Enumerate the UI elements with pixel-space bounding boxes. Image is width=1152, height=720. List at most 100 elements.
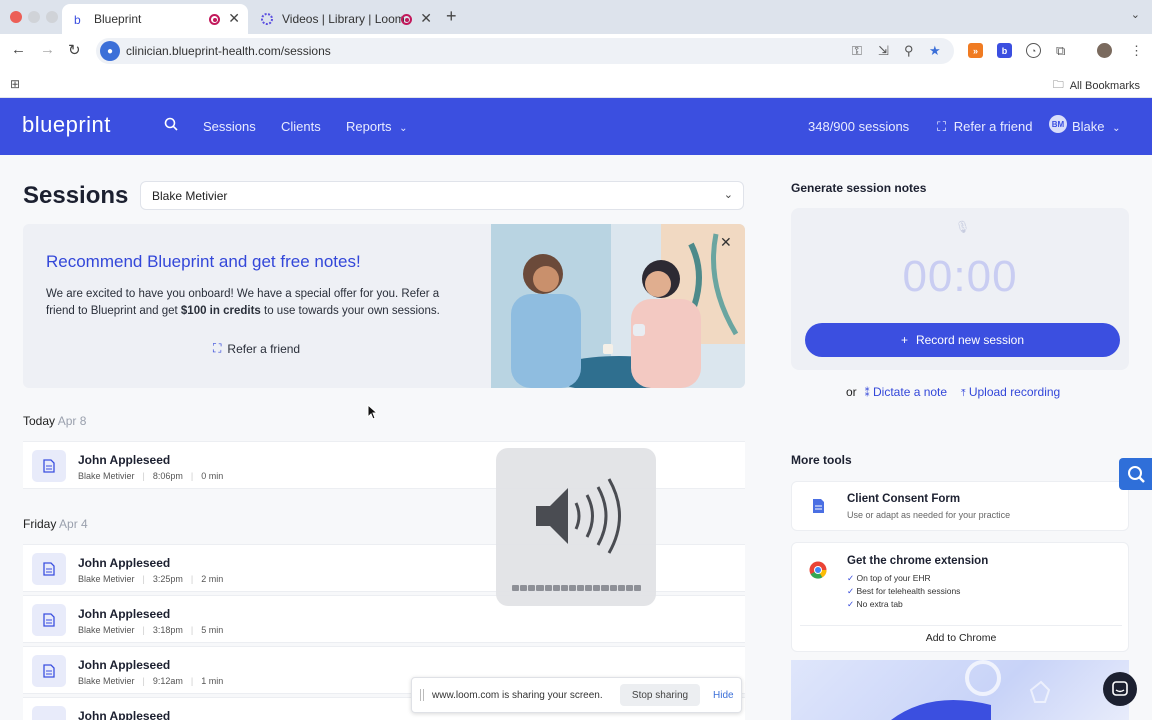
upload-recording-link[interactable]: ⤒ Upload recording: [961, 385, 1060, 399]
volume-segment: [544, 585, 552, 591]
new-tab-icon[interactable]: +: [446, 6, 457, 27]
alternate-actions: or ⁑ Dictate a note ⤒ Upload recording: [846, 385, 1061, 399]
user-avatar[interactable]: BM: [1049, 115, 1067, 133]
volume-segment: [528, 585, 536, 591]
close-window-button[interactable]: [10, 11, 22, 23]
volume-segment: [609, 585, 617, 591]
volume-segment: [552, 585, 560, 591]
document-icon: [32, 706, 66, 720]
install-app-icon[interactable]: ⇲: [878, 43, 889, 59]
close-tab-icon[interactable]: ✕: [228, 10, 240, 27]
extensions-puzzle-icon[interactable]: ⧉: [1056, 43, 1065, 59]
document-icon: [812, 498, 825, 519]
volume-segment: [601, 585, 609, 591]
back-icon[interactable]: ←: [11, 41, 26, 58]
site-info-icon[interactable]: ●: [100, 41, 120, 61]
session-client-name: John Appleseed: [78, 453, 171, 467]
nav-clients[interactable]: Clients: [281, 119, 321, 134]
address-bar[interactable]: ● clinician.blueprint-health.com/session…: [96, 38, 954, 64]
browser-tab-loom[interactable]: Videos | Library | Loom ✕: [250, 4, 440, 34]
close-promo-icon[interactable]: ✕: [720, 234, 732, 251]
nav-sessions[interactable]: Sessions: [203, 119, 256, 134]
zoom-window-button[interactable]: [46, 11, 58, 23]
add-to-chrome-button[interactable]: Add to Chrome: [800, 625, 1122, 650]
search-icon[interactable]: [164, 117, 178, 135]
chevron-down-icon: ⌄: [399, 123, 408, 134]
client-consent-card[interactable]: Client Consent Form Use or adapt as need…: [791, 481, 1129, 531]
session-count: 348/900 sessions: [808, 119, 910, 134]
loom-favicon-icon: [260, 12, 274, 26]
header-refer-friend[interactable]: ⛶ Refer a friend: [937, 119, 1033, 135]
promo-refer-button[interactable]: ⛶ Refer a friend: [213, 341, 300, 356]
session-client-name: John Appleseed: [78, 556, 171, 570]
bookmark-star-icon[interactable]: ★: [929, 43, 941, 59]
browser-menu-icon[interactable]: ⋮: [1130, 43, 1143, 59]
all-bookmarks[interactable]: 🗀 All Bookmarks: [1053, 76, 1140, 95]
volume-segment: [625, 585, 633, 591]
referral-promo-card: Recommend Blueprint and get free notes! …: [23, 224, 745, 388]
apps-grid-icon[interactable]: ⊞: [10, 77, 20, 91]
user-menu[interactable]: Blake ⌄: [1072, 119, 1121, 134]
recording-icon: [401, 14, 412, 25]
reload-icon[interactable]: ↻: [68, 41, 81, 59]
session-meta: Blake Metivier | 3:18pm | 5 min: [78, 625, 224, 635]
promo-body: We are excited to have you onboard! We h…: [46, 288, 440, 317]
day-heading-friday: Friday Apr 4: [23, 517, 88, 531]
browser-tab-blueprint[interactable]: b Blueprint ✕: [62, 4, 248, 34]
volume-hud: [496, 448, 656, 606]
generate-notes-title: Generate session notes: [791, 181, 927, 195]
volume-segment: [593, 585, 601, 591]
tab-search-chevron-icon[interactable]: ⌄: [1131, 8, 1140, 21]
clinician-select[interactable]: Blake Metivier ⌄: [140, 181, 744, 210]
recording-icon: [209, 14, 220, 25]
blueprint-favicon-icon: b: [72, 12, 86, 26]
extension-circle-icon[interactable]: ◔: [1026, 43, 1041, 58]
document-icon: [32, 655, 66, 687]
extension-orange-icon[interactable]: »: [968, 43, 983, 58]
bookmarks-bar: ⊞ 🗀 All Bookmarks: [0, 68, 1152, 98]
screen-share-bar: www.loom.com is sharing your screen. Sto…: [411, 677, 742, 713]
document-icon: [32, 604, 66, 636]
hide-share-bar-link[interactable]: Hide: [713, 690, 734, 701]
magnifier-icon: [1127, 466, 1145, 483]
dictate-note-link[interactable]: ⁑ Dictate a note: [865, 385, 947, 399]
chrome-logo-icon: [809, 561, 827, 584]
page-title: Sessions: [23, 182, 129, 209]
upload-icon: ⤒: [961, 388, 966, 399]
zoom-icon[interactable]: ⚲: [904, 43, 914, 59]
record-new-session-button[interactable]: + Record new session: [805, 323, 1120, 357]
close-tab-icon[interactable]: ✕: [420, 10, 432, 27]
volume-segment: [512, 585, 520, 591]
extension-blueprint-icon[interactable]: b: [997, 43, 1012, 58]
app-header: blueprint Sessions Clients Reports ⌄ 348…: [0, 98, 1152, 155]
document-icon: [32, 450, 66, 482]
minimize-window-button[interactable]: [28, 11, 40, 23]
session-meta: Blake Metivier | 8:06pm | 0 min: [78, 471, 224, 481]
plus-icon: +: [900, 333, 908, 347]
stop-sharing-button[interactable]: Stop sharing: [620, 684, 700, 706]
zoom-tool-tab[interactable]: [1119, 458, 1152, 490]
profile-avatar-icon[interactable]: [1097, 43, 1112, 58]
microphone-icon: 🎙: [955, 220, 971, 234]
gift-icon: ⛶: [213, 341, 222, 355]
extension-benefits: On top of your EHR Best for telehealth s…: [847, 572, 960, 611]
session-meta: Blake Metivier | 3:25pm | 2 min: [78, 574, 224, 584]
folder-icon: 🗀: [1052, 79, 1064, 91]
gift-icon: ⛶: [937, 119, 947, 134]
blueprint-logo[interactable]: blueprint: [22, 112, 111, 138]
drag-handle-icon[interactable]: [420, 689, 424, 701]
chevron-down-icon: ⌄: [723, 189, 733, 201]
url-text: clinician.blueprint-health.com/sessions: [126, 44, 331, 58]
more-tools-title: More tools: [791, 453, 852, 467]
speaker-volume-icon: [536, 478, 621, 554]
session-client-name: John Appleseed: [78, 658, 171, 672]
forward-icon[interactable]: →: [40, 41, 55, 58]
chevron-down-icon: ⌄: [1112, 123, 1121, 134]
promo-heading: Recommend Blueprint and get free notes!: [46, 252, 361, 271]
password-key-icon[interactable]: ⚿: [852, 43, 862, 59]
day-heading-today: Today Apr 8: [23, 414, 87, 428]
nav-reports[interactable]: Reports ⌄: [346, 119, 408, 134]
support-chat-button[interactable]: [1103, 672, 1137, 706]
session-meta: Blake Metivier | 9:12am | 1 min: [78, 676, 224, 686]
session-client-name: John Appleseed: [78, 709, 171, 720]
